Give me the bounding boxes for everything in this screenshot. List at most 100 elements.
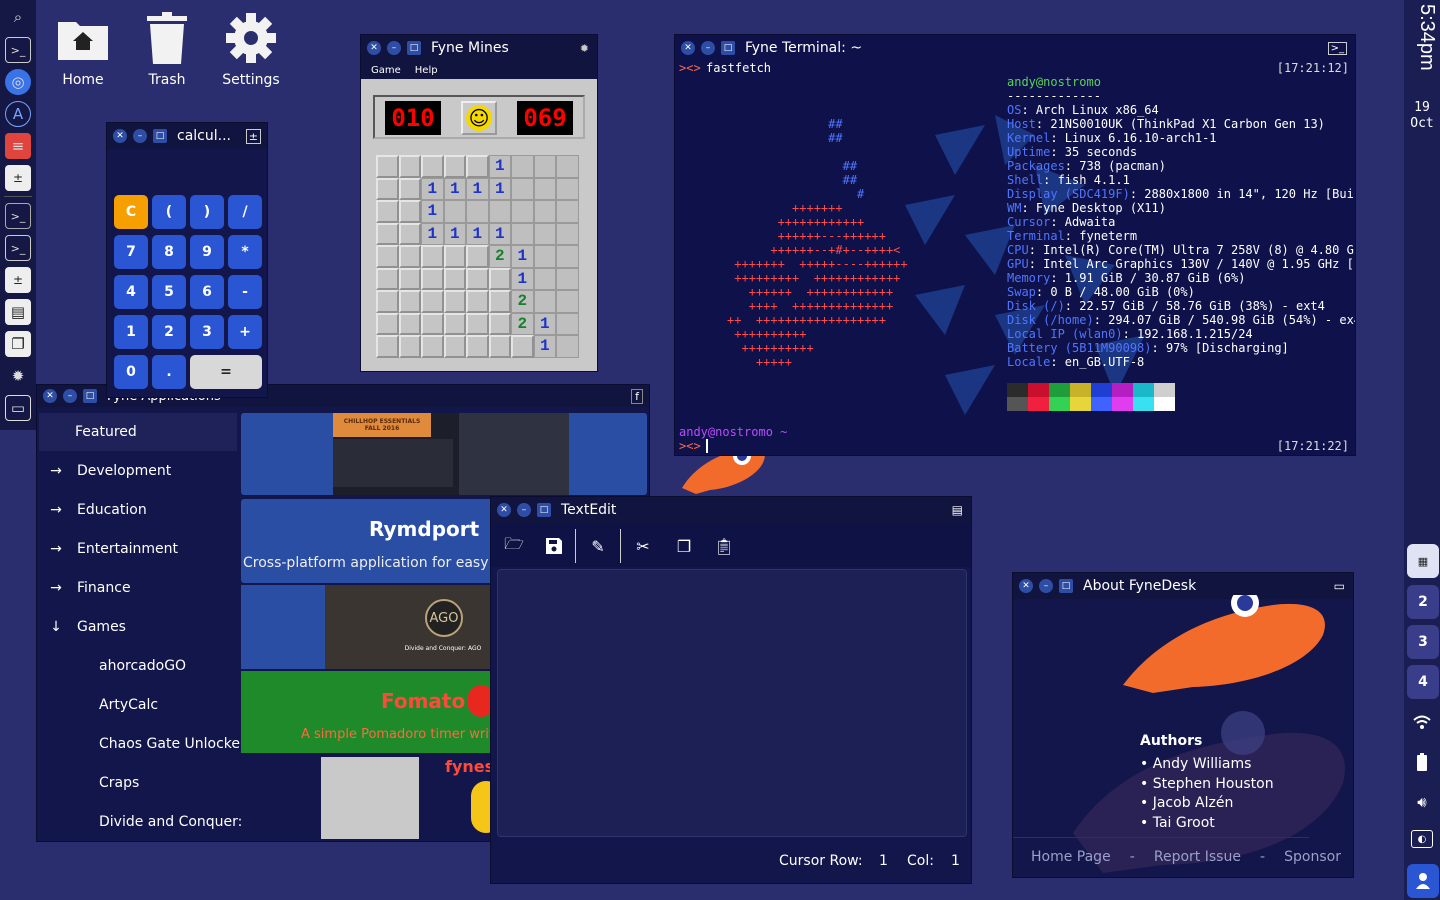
calculator-icon[interactable]: ± [5,267,31,293]
mine-cell[interactable]: 1 [443,222,466,245]
textedit-titlebar[interactable]: ✕ – □ TextEdit ▤ [491,497,971,523]
mine-cell[interactable] [556,267,579,290]
mines-titlebar[interactable]: ✕ – □ Fyne Mines ✹ [361,35,597,61]
category-item[interactable]: Craps [39,764,237,802]
mine-cell[interactable] [443,245,466,268]
calc-key[interactable]: 1 [114,315,148,349]
about-link[interactable]: Report Issue [1154,849,1241,865]
terminal-icon[interactable]: >_ [5,235,31,261]
calc-key[interactable]: ) [190,195,224,229]
mine-cell[interactable]: 1 [488,155,511,178]
minimize-icon[interactable]: – [387,41,401,55]
mine-cell[interactable] [533,245,556,268]
home-desktop-icon[interactable]: Home [48,10,118,88]
maximize-icon[interactable]: □ [83,389,97,403]
mine-cell[interactable] [533,200,556,223]
wifi-icon[interactable] [1410,710,1434,734]
calc-key[interactable]: . [152,355,186,389]
workspace-1-preview[interactable]: ▦ [1407,544,1439,578]
maximize-icon[interactable]: □ [1059,579,1073,593]
mine-cell[interactable] [398,312,421,335]
calc-key[interactable]: C [114,195,148,229]
featured-chillhop-card[interactable]: CHILLHOP ESSENTIALS FALL 2016 [241,413,647,495]
category-item[interactable]: ArtyCalc [39,686,237,724]
mine-cell[interactable] [376,267,399,290]
mine-cell[interactable] [421,267,444,290]
mine-cell[interactable] [421,335,444,358]
calc-key[interactable]: 2 [152,315,186,349]
minimize-icon[interactable]: – [133,129,147,143]
open-folder-icon[interactable]: 🗁︎ [501,533,527,559]
mine-cell[interactable] [556,290,579,313]
calc-key[interactable]: + [228,315,262,349]
category-item[interactable]: Featured [39,413,237,451]
mine-cell[interactable]: 1 [488,177,511,200]
minimize-icon[interactable]: – [63,389,77,403]
mine-cell[interactable]: 1 [443,177,466,200]
volume-icon[interactable]: 🔊︎ [1410,790,1434,814]
category-item[interactable]: Divide and Conquer: [39,803,242,841]
mine-cell[interactable]: 1 [421,177,444,200]
mine-cell[interactable] [556,200,579,223]
maximize-icon[interactable]: □ [721,41,735,55]
workspace-3-button[interactable]: 3 [1407,625,1439,659]
mine-cell[interactable] [376,177,399,200]
mine-cell[interactable] [533,155,556,178]
brightness-icon[interactable]: ◐ [1411,830,1433,848]
mine-cell[interactable] [376,335,399,358]
mine-cell[interactable] [511,155,534,178]
close-icon[interactable]: ✕ [681,41,695,55]
text-area[interactable] [497,569,967,837]
mine-cell[interactable] [556,245,579,268]
workspace-4-button[interactable]: 4 [1407,665,1439,699]
mine-cell[interactable] [466,335,489,358]
mine-cell[interactable] [421,245,444,268]
mine-cell[interactable]: 1 [533,312,556,335]
mine-cell[interactable] [376,312,399,335]
minimize-icon[interactable]: – [1039,579,1053,593]
cut-icon[interactable]: ✂ [630,533,656,559]
mine-cell[interactable] [398,155,421,178]
todo-icon[interactable]: ≡ [5,133,31,159]
terminal-titlebar[interactable]: ✕ – □ Fyne Terminal: ~ >_ [675,35,1355,61]
mine-cell[interactable]: 1 [511,245,534,268]
paste-icon[interactable]: 📋︎ [711,533,737,559]
close-icon[interactable]: ✕ [43,389,57,403]
calc-key[interactable]: 9 [190,235,224,269]
search-icon[interactable]: ⌕ [5,4,31,30]
category-item[interactable]: ↓ Games [39,608,237,646]
maximize-icon[interactable]: □ [153,129,167,143]
close-icon[interactable]: ✕ [367,41,381,55]
calc-key[interactable]: = [190,355,262,389]
windows-icon[interactable]: ❐ [5,331,31,357]
mine-cell[interactable] [511,222,534,245]
mine-cell[interactable] [421,155,444,178]
save-icon[interactable] [541,533,567,559]
mine-cell[interactable] [511,177,534,200]
mine-cell[interactable] [398,177,421,200]
mine-cell[interactable]: 1 [466,177,489,200]
minimize-icon[interactable]: – [701,41,715,55]
mine-cell[interactable]: 1 [466,222,489,245]
mine-cell[interactable]: 1 [421,222,444,245]
mine-cell[interactable] [488,335,511,358]
calc-key[interactable]: ( [152,195,186,229]
mine-cell[interactable] [398,335,421,358]
calc-key[interactable]: 6 [190,275,224,309]
mine-cell[interactable] [398,222,421,245]
mine-cell[interactable] [443,200,466,223]
mine-cell[interactable]: 1 [488,222,511,245]
calculator-icon[interactable]: ± [5,165,31,191]
mine-cell[interactable] [533,177,556,200]
minimize-icon[interactable]: – [517,503,531,517]
mine-cell[interactable] [421,290,444,313]
menu-help[interactable]: Help [415,65,438,76]
mine-cell[interactable] [443,335,466,358]
mine-cell[interactable] [443,267,466,290]
category-item[interactable]: → Entertainment [39,530,237,568]
browser-icon[interactable]: ◎ [5,69,31,95]
calc-key[interactable]: 8 [152,235,186,269]
calc-key[interactable]: 0 [114,355,148,389]
copy-icon[interactable]: ❐ [671,533,697,559]
mine-cell[interactable] [398,245,421,268]
